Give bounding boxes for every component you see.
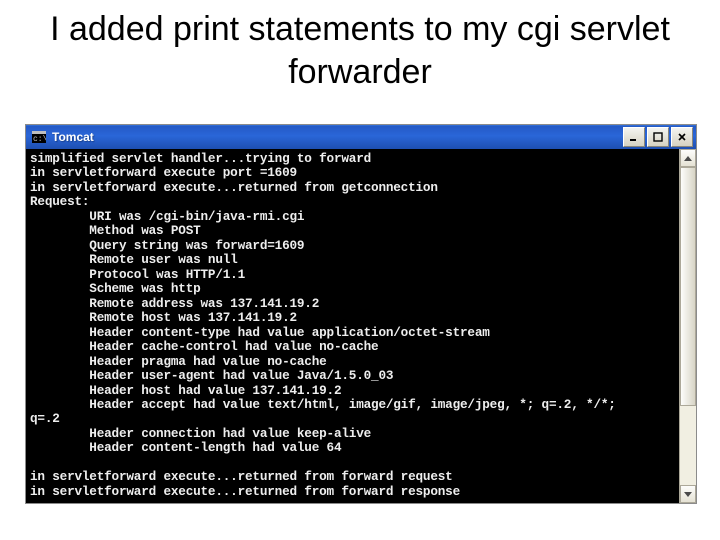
console-output: simplified servlet handler...trying to f… [26,149,679,503]
minimize-button[interactable] [623,127,645,147]
titlebar[interactable]: c:\ Tomcat [26,125,696,149]
scroll-down-button[interactable] [680,485,696,503]
scrollbar[interactable] [679,149,696,503]
cmd-icon: c:\ [32,131,46,143]
window-controls [623,127,693,147]
close-button[interactable] [671,127,693,147]
slide-title: I added print statements to my cgi servl… [0,0,720,93]
window-title: Tomcat [52,130,623,144]
arrow-down-icon [684,492,692,497]
scroll-track[interactable] [680,167,696,485]
terminal-window: c:\ Tomcat simplified servlet handler...… [25,124,697,504]
maximize-button[interactable] [647,127,669,147]
svg-text:c:\: c:\ [33,135,46,143]
scroll-thumb[interactable] [680,167,696,406]
scroll-up-button[interactable] [680,149,696,167]
arrow-up-icon [684,156,692,161]
